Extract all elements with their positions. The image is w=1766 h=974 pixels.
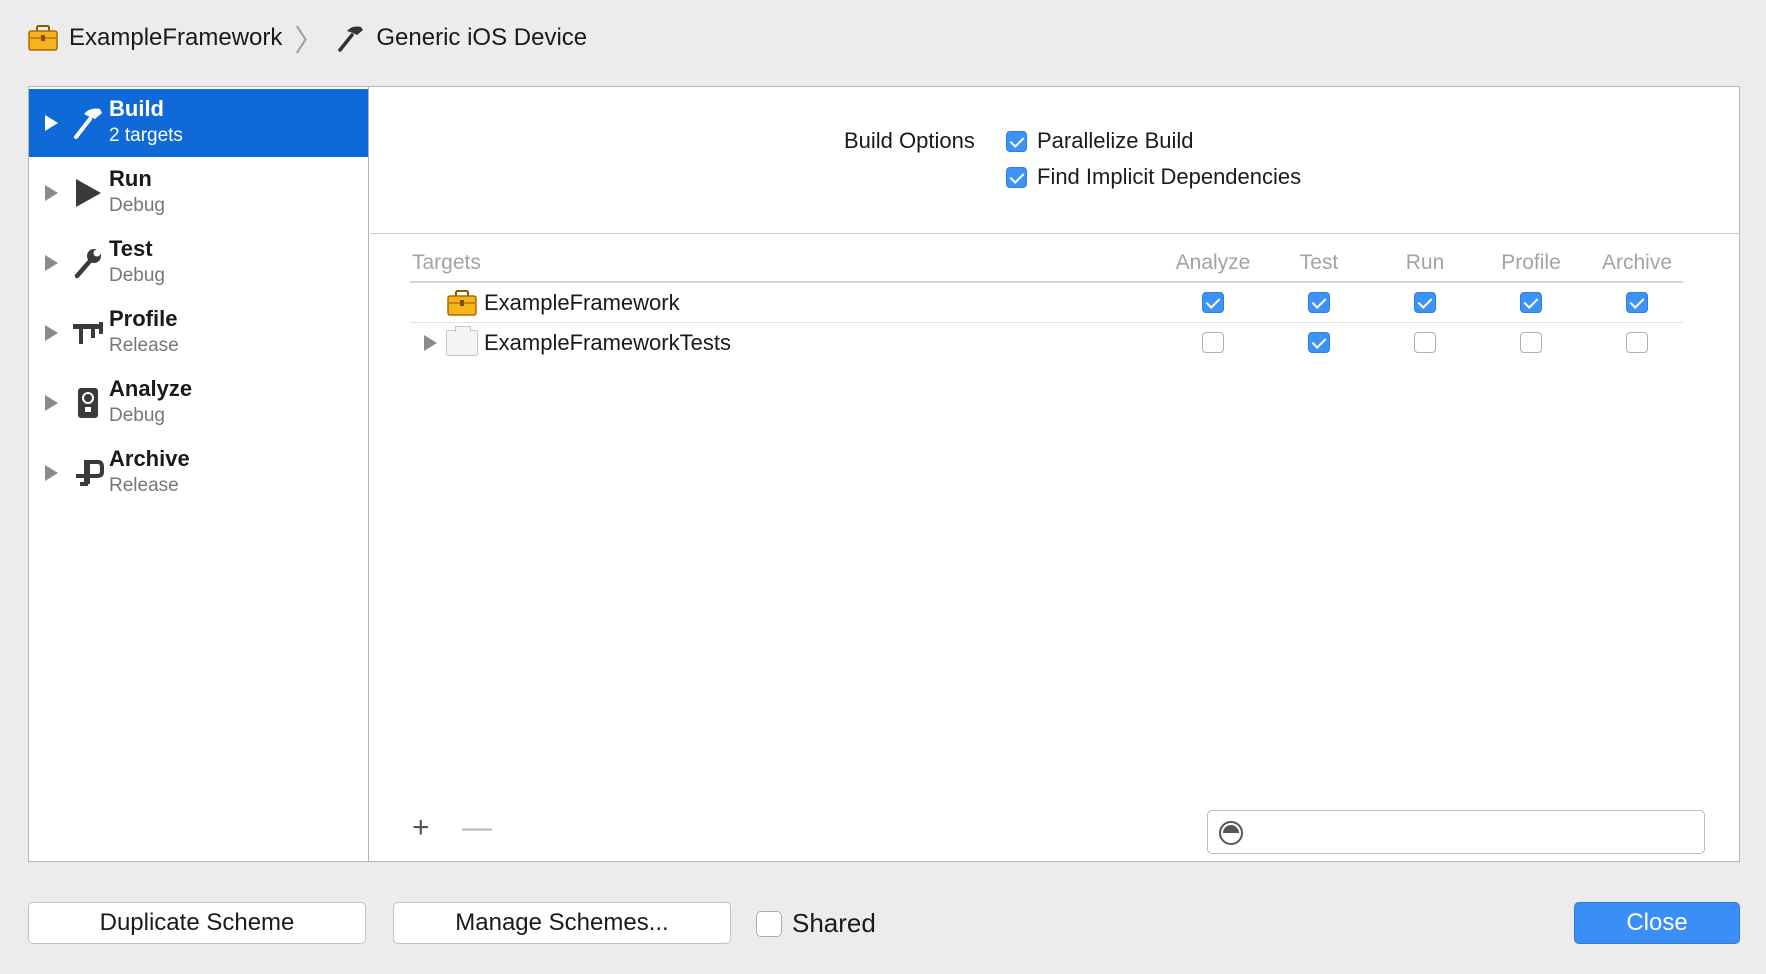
disclosure-triangle-icon[interactable] [424,335,437,351]
analyze-checkbox[interactable] [1202,292,1224,313]
shared-option[interactable]: Shared [756,908,876,939]
build-options-section: Build Options Parallelize Build Find Imp… [370,87,1739,234]
table-row[interactable]: ExampleFrameworkTests [410,323,1683,363]
close-button[interactable]: Close [1574,902,1740,944]
sidebar-item-label: Analyze [109,376,193,401]
sidebar-item-sublabel: Debug [109,405,165,426]
sidebar-item-label: Archive [109,446,190,471]
bundle-icon [446,326,478,356]
hammer-icon [338,26,364,52]
filter-field[interactable] [1207,810,1705,854]
wrench-icon [71,244,105,282]
disclosure-triangle-icon[interactable] [45,325,58,341]
remove-target-button[interactable]: — [462,813,492,843]
sidebar-item-profile[interactable]: Profile Release [29,299,368,367]
toolbox-icon [28,25,58,51]
play-icon [71,174,105,212]
sidebar-item-label: Run [109,166,152,191]
breadcrumb-separator-icon: 〉 [294,25,325,58]
header-archive: Archive [1601,251,1673,274]
shared-checkbox[interactable] [756,910,782,937]
header-run: Run [1405,251,1445,274]
header-profile: Profile [1501,251,1561,274]
breadcrumb-scheme-label: ExampleFramework [69,24,283,51]
shared-label: Shared [792,908,876,938]
table-row[interactable]: ExampleFramework [410,283,1683,323]
filter-input[interactable] [1252,817,1692,847]
build-options-label: Build Options [844,128,975,153]
sidebar-item-sublabel: Debug [109,195,165,216]
disclosure-triangle-icon[interactable] [45,465,58,481]
parallelize-build-option[interactable]: Parallelize Build [1006,127,1194,155]
analyze-checkbox[interactable] [1202,332,1224,353]
disclosure-triangle-icon[interactable] [45,255,58,271]
breadcrumb-scheme[interactable]: ExampleFramework [27,23,282,53]
disclosure-triangle-icon[interactable] [45,115,58,131]
test-checkbox[interactable] [1308,332,1330,353]
filter-icon [1219,821,1243,845]
sidebar-item-sublabel: Release [109,335,179,356]
target-name: ExampleFrameworkTests [484,330,731,355]
sidebar-item-archive[interactable]: Archive Release [29,439,368,507]
archive-checkbox[interactable] [1626,332,1648,353]
header-test: Test [1299,251,1339,274]
archive-checkbox[interactable] [1626,292,1648,313]
hammer-icon [71,104,105,142]
header-analyze: Analyze [1175,251,1251,274]
sidebar-item-sublabel: Debug [109,265,165,286]
test-checkbox[interactable] [1308,292,1330,313]
sidebar-item-label: Profile [109,306,178,331]
sidebar-item-build[interactable]: Build 2 targets [29,89,368,157]
toolbox-icon [447,290,477,316]
sidebar-item-run[interactable]: Run Debug [29,159,368,227]
sidebar-item-sublabel: 2 targets [109,125,183,146]
profile-checkbox[interactable] [1520,292,1542,313]
disclosure-triangle-icon[interactable] [45,395,58,411]
header-targets: Targets [412,251,481,274]
caliper-icon [71,314,105,352]
find-implicit-dependencies-option[interactable]: Find Implicit Dependencies [1006,163,1301,191]
duplicate-scheme-button[interactable]: Duplicate Scheme [28,902,366,944]
targets-table: Targets Analyze Test Run Profile Archive… [410,247,1683,363]
manage-schemes-button[interactable]: Manage Schemes... [393,902,731,944]
action-sidebar: Build 2 targets Run Debug Test Debug Pro… [29,87,369,861]
targets-table-header: Targets Analyze Test Run Profile Archive [410,247,1683,283]
sidebar-item-analyze[interactable]: Analyze Debug [29,369,368,437]
find-implicit-dependencies-checkbox[interactable] [1006,166,1027,188]
sidebar-item-label: Test [109,236,153,261]
sidebar-item-sublabel: Release [109,475,179,496]
breadcrumb: ExampleFramework 〉 Generic iOS Device [27,18,587,58]
sidebar-item-label: Build [109,96,164,121]
parallelize-build-checkbox[interactable] [1006,130,1027,152]
run-checkbox[interactable] [1414,292,1436,313]
breadcrumb-destination[interactable]: Generic iOS Device [336,23,587,53]
target-name: ExampleFramework [484,290,680,315]
add-target-button[interactable]: + [412,813,430,843]
analyze-icon [71,384,105,422]
find-implicit-dependencies-label: Find Implicit Dependencies [1037,164,1302,189]
profile-checkbox[interactable] [1520,332,1542,353]
scheme-editor: Build 2 targets Run Debug Test Debug Pro… [28,86,1740,862]
disclosure-triangle-icon[interactable] [45,185,58,201]
sidebar-item-test[interactable]: Test Debug [29,229,368,297]
archive-icon [71,454,105,492]
build-action-content: Build Options Parallelize Build Find Imp… [370,87,1739,861]
breadcrumb-destination-label: Generic iOS Device [376,24,588,51]
parallelize-build-label: Parallelize Build [1037,128,1194,153]
run-checkbox[interactable] [1414,332,1436,353]
